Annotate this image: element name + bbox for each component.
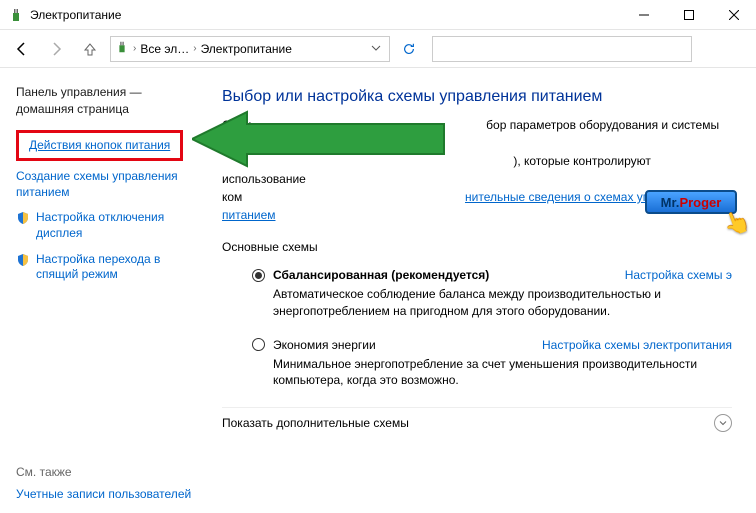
window-controls [621, 0, 756, 30]
navbar: › Все эл… › Электропитание [0, 30, 756, 68]
radio-balanced[interactable] [252, 269, 265, 282]
desc-text: Схем [222, 118, 251, 132]
plan-settings-link[interactable]: Настройка схемы электропитания [542, 338, 732, 352]
sidebar-item[interactable]: Настройка перехода в спящий режим [16, 252, 188, 283]
see-also-heading: См. также [16, 465, 191, 479]
breadcrumb-item[interactable]: Электропитание [201, 42, 292, 56]
back-button[interactable] [8, 35, 36, 63]
plan-name: Сбалансированная (рекомендуется) [273, 268, 489, 282]
sidebar-item-label: Создание схемы управления питанием [16, 169, 188, 200]
breadcrumb-dropdown[interactable] [367, 42, 385, 56]
sidebar: Панель управления — домашняя страница Де… [0, 68, 198, 513]
section-heading: Основные схемы [222, 240, 732, 254]
radio-powersaver[interactable] [252, 338, 265, 351]
sidebar-home-link[interactable]: Панель управления — домашняя страница [16, 84, 188, 118]
sidebar-item-label: Настройка отключения дисплея [36, 210, 188, 241]
sidebar-item-power-buttons[interactable]: Действия кнопок питания [29, 138, 170, 152]
chevron-down-icon [714, 414, 732, 432]
plan-settings-link[interactable]: Настройка схемы э [625, 268, 732, 282]
power-plan: Экономия энергии Настройка схемы электро… [252, 338, 732, 390]
sidebar-footer: См. также Учетные записи пользователей [16, 465, 191, 503]
sidebar-item[interactable]: Создание схемы управления питанием [16, 169, 188, 200]
window-title: Электропитание [30, 8, 621, 22]
plan-name: Экономия энергии [273, 338, 376, 352]
expand-label: Показать дополнительные схемы [222, 416, 409, 430]
breadcrumb-item[interactable]: Все эл… [140, 42, 189, 56]
content-body: Панель управления — домашняя страница Де… [0, 68, 756, 513]
show-additional-plans[interactable]: Показать дополнительные схемы [222, 407, 732, 438]
sidebar-item-highlighted: Действия кнопок питания [16, 130, 183, 162]
refresh-button[interactable] [396, 36, 422, 62]
main-content: Выбор или настройка схемы управления пит… [198, 68, 756, 513]
desc-text: ком [222, 190, 242, 204]
minimize-button[interactable] [621, 0, 666, 30]
watermark-text: Mr. [661, 195, 680, 210]
shield-icon [16, 211, 30, 225]
desc-text: бор параметров оборудования и системы (т… [222, 118, 719, 150]
watermark-text: Proger [679, 195, 721, 210]
power-options-icon [8, 7, 24, 23]
chevron-right-icon: › [193, 43, 196, 54]
sidebar-item-label: Настройка перехода в спящий режим [36, 252, 188, 283]
watermark: Mr.Proger 👆 [645, 190, 748, 230]
forward-button[interactable] [42, 35, 70, 63]
maximize-button[interactable] [666, 0, 711, 30]
chevron-right-icon: › [133, 43, 136, 54]
breadcrumb[interactable]: › Все эл… › Электропитание [110, 36, 390, 62]
watermark-badge: Mr.Proger [645, 190, 737, 214]
shield-icon [16, 253, 30, 267]
close-button[interactable] [711, 0, 756, 30]
power-options-icon [115, 40, 129, 57]
up-button[interactable] [76, 35, 104, 63]
power-plan: Сбалансированная (рекомендуется) Настрой… [252, 268, 732, 320]
additional-info-link[interactable]: нительные сведения о схемах управления п… [222, 190, 702, 222]
titlebar: Электропитание [0, 0, 756, 30]
plan-description: Автоматическое соблюдение баланса между … [273, 286, 703, 320]
plan-description: Минимальное энергопотребление за счет ум… [273, 356, 703, 390]
desc-text: ), которые контролируют использование [222, 154, 651, 186]
see-also-link[interactable]: Учетные записи пользователей [16, 487, 191, 503]
page-title: Выбор или настройка схемы управления пит… [222, 88, 732, 106]
sidebar-item[interactable]: Настройка отключения дисплея [16, 210, 188, 241]
search-input[interactable] [432, 36, 692, 62]
